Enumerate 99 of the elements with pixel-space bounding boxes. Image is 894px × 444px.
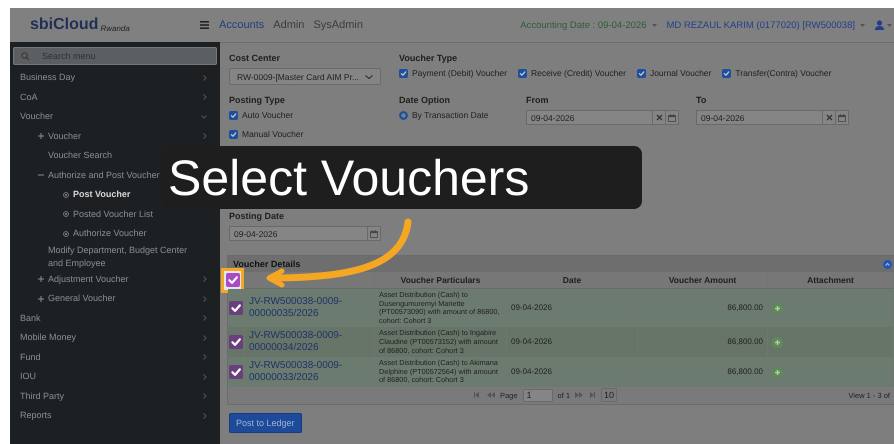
nav-tab[interactable]: SysAdmin: [313, 19, 363, 31]
clear-icon[interactable]: [826, 114, 832, 121]
sidebar-item[interactable]: Business Day: [13, 68, 217, 88]
page-input[interactable]: 1: [522, 388, 553, 402]
cost-center-select[interactable]: RW-0009-[Master Card AIM Pr...: [229, 68, 381, 85]
field-label: Date Option: [399, 95, 450, 105]
sidebar-item[interactable]: Modify Department, Budget Center and Employee: [13, 244, 217, 270]
caret-icon: [652, 24, 656, 26]
bullet-icon: [63, 192, 69, 198]
chevron-right-icon: [203, 334, 207, 341]
checkbox-label: Auto Voucher: [242, 110, 294, 120]
sidebar-item[interactable]: Bank: [13, 308, 217, 328]
checkbox-label: Transfer(Contra) Voucher: [735, 68, 832, 78]
sidebar-item[interactable]: Voucher: [13, 126, 217, 146]
checkbox-label: Manual Voucher: [242, 129, 304, 139]
checkbox[interactable]: [636, 68, 646, 78]
column-header: Date: [507, 272, 638, 289]
sidebar-item[interactable]: Mobile Money: [13, 328, 217, 348]
voucher-date: 09-04-2026: [511, 368, 552, 376]
checkbox[interactable]: [518, 68, 527, 78]
chevron-right-icon: [203, 354, 207, 360]
checkbox[interactable]: [399, 68, 408, 78]
column-header: Voucher Particulars: [375, 272, 507, 289]
radio-button[interactable]: [399, 110, 408, 120]
sidebar-item[interactable]: Authorize Voucher: [13, 224, 217, 244]
calendar-icon[interactable]: [838, 114, 846, 122]
from-date-field[interactable]: 09-04-2026: [526, 110, 679, 125]
caret-icon: [887, 24, 892, 26]
post-to-ledger-button[interactable]: Post to Ledger: [229, 412, 302, 433]
caret-icon: [860, 24, 865, 26]
voucher-amount: 86,800.00: [727, 304, 763, 312]
menu-icon[interactable]: [200, 21, 209, 29]
voucher-amount: 86,800.00: [727, 338, 763, 347]
panel-title: Voucher Details: [233, 259, 300, 269]
logo-text: sbiCloud: [30, 17, 98, 33]
row-checkbox[interactable]: [229, 335, 243, 350]
field-label: Voucher Type: [399, 53, 458, 63]
minus-icon: [38, 172, 44, 178]
chevron-right-icon: [203, 133, 207, 140]
chevron-right-icon: [203, 315, 207, 322]
field-label: Cost Center: [229, 53, 280, 63]
user-name[interactable]: MD REZAUL KARIM (0177020) [RW500038]: [666, 20, 855, 30]
chevron-right-icon: [203, 74, 207, 81]
sidebar-item[interactable]: IOU: [13, 367, 217, 386]
checkbox[interactable]: [722, 68, 732, 78]
nav-tab[interactable]: Accounts: [219, 19, 264, 31]
field-label: To: [696, 95, 706, 105]
posting-date-field[interactable]: 09-04-2026: [229, 226, 381, 241]
tutorial-tooltip: Select Vouchers: [162, 146, 642, 209]
plus-icon: [38, 296, 44, 302]
checkbox[interactable]: [229, 110, 238, 120]
clear-icon[interactable]: [656, 114, 662, 121]
collapse-icon[interactable]: [883, 260, 892, 268]
chevron-right-icon: [203, 276, 207, 282]
add-attachment-icon[interactable]: [772, 302, 783, 314]
checkbox-label: Journal Voucher: [650, 68, 712, 78]
chevron-right-icon: [203, 94, 207, 100]
chevron-right-icon: [203, 393, 207, 400]
logo-subtitle: Rwanda: [100, 24, 130, 33]
chevron-down-icon: [365, 74, 373, 78]
field-label: Posting Type: [229, 95, 285, 105]
add-attachment-icon[interactable]: [772, 336, 783, 348]
plus-icon: [38, 276, 44, 282]
sidebar-item[interactable]: Adjustment Voucher: [13, 270, 217, 289]
sidebar-item[interactable]: Reports: [13, 406, 217, 426]
sidebar-item[interactable]: Fund: [13, 348, 217, 367]
bullet-icon: [63, 230, 69, 237]
voucher-amount: 86,800.00: [727, 368, 763, 376]
sidebar-item[interactable]: General Voucher: [13, 289, 217, 308]
column-header: Voucher Amount: [638, 272, 768, 289]
sidebar-item[interactable]: Voucher: [13, 107, 217, 126]
checkbox-label: Receive (Credit) Voucher: [530, 68, 626, 78]
row-checkbox[interactable]: [229, 365, 243, 380]
sidebar-item[interactable]: Third Party: [13, 386, 217, 406]
sidebar-item[interactable]: CoA: [13, 88, 217, 107]
to-date-field[interactable]: 09-04-2026: [696, 110, 849, 125]
chevron-right-icon: [203, 374, 207, 380]
checkbox[interactable]: [229, 130, 238, 138]
search-icon: [21, 52, 29, 60]
calendar-icon[interactable]: [370, 230, 378, 238]
calendar-icon[interactable]: [668, 114, 676, 122]
column-header: Attachment: [768, 272, 894, 289]
voucher-date: 09-04-2026: [511, 304, 552, 312]
page-size-select[interactable]: 10: [601, 388, 618, 402]
chevron-down-icon: [201, 114, 207, 119]
add-attachment-icon[interactable]: [772, 366, 783, 378]
bullet-icon: [63, 211, 69, 218]
radio-label: By Transaction Date: [412, 110, 489, 120]
user-icon[interactable]: [875, 20, 884, 30]
voucher-date: 09-04-2026: [511, 338, 552, 347]
plus-icon: [38, 133, 44, 140]
chevron-right-icon: [203, 296, 207, 302]
row-checkbox[interactable]: [229, 301, 243, 316]
field-label: Posting Date: [229, 211, 284, 221]
chevron-right-icon: [203, 412, 207, 419]
field-label: From: [526, 95, 548, 105]
checkbox-label: Payment (Debit) Voucher: [412, 68, 507, 78]
nav-tab[interactable]: Admin: [273, 19, 304, 31]
select-all-checkbox[interactable]: [226, 273, 240, 287]
